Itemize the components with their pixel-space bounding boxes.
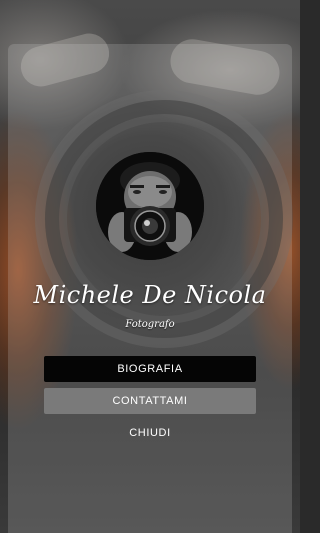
profile-name: Michele De Nicola — [33, 281, 267, 309]
close-button[interactable]: CHIUDI — [44, 421, 256, 445]
biography-button[interactable]: BIOGRAFIA — [44, 356, 256, 382]
profile-role: Fotografo — [125, 319, 175, 330]
avatar — [96, 152, 204, 260]
photographer-avatar-icon — [96, 152, 204, 260]
contact-button[interactable]: CONTATTAMI — [44, 388, 256, 414]
